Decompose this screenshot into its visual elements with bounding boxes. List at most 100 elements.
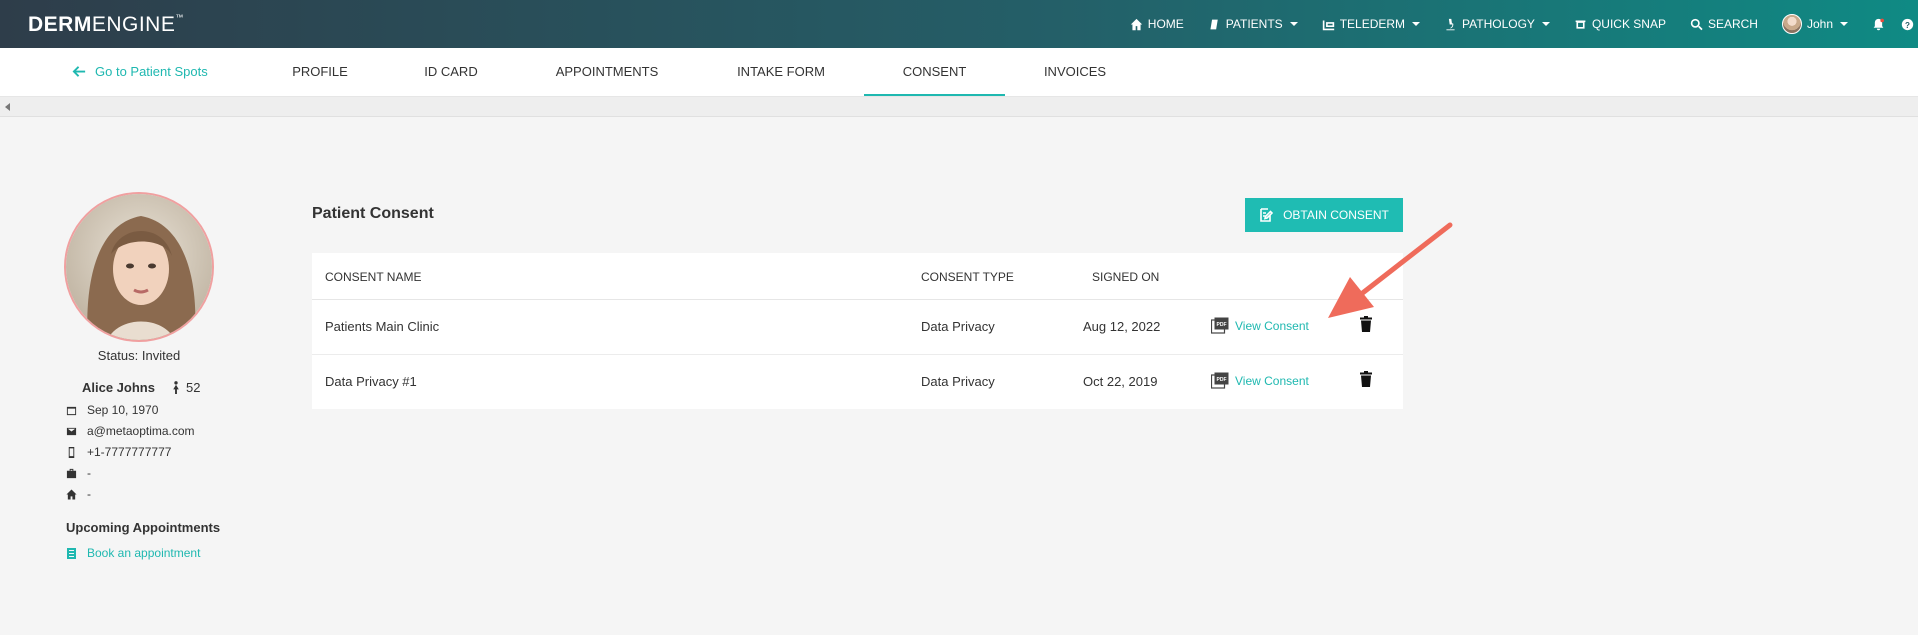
chevron-down-icon [1289,22,1298,26]
patient-dob: Sep 10, 1970 [87,403,159,417]
chevron-down-icon [1840,22,1848,26]
table-row: Data Privacy #1 Data Privacy Oct 22, 201… [312,355,1403,410]
top-navbar: DERMENGINE™ HOME PATIENTS TELEDERM PATHO… [0,0,1918,48]
consent-table: CONSENT NAME CONSENT TYPE SIGNED ON Pati… [312,253,1403,409]
obtain-consent-label: OBTAIN CONSENT [1283,208,1389,222]
logo-bold-text: DERM [28,13,92,36]
delete-consent-button[interactable] [1360,316,1372,332]
home-icon [66,488,77,500]
tab-intake-form[interactable]: INTAKE FORM [728,48,834,96]
consent-name-cell: Data Privacy #1 [325,374,417,389]
book-appointment-link[interactable]: Book an appointment [66,546,200,560]
patient-work: - [87,466,91,480]
book-appointment-label: Book an appointment [87,546,201,560]
nav-telederm[interactable]: TELEDERM [1322,17,1421,31]
envelope-icon [66,427,77,435]
pdf-icon: PDF [1211,372,1229,389]
user-name: John [1806,17,1833,31]
chevron-down-icon [1412,22,1421,26]
view-consent-label: View Consent [1235,373,1309,388]
svg-text:?: ? [1905,20,1910,29]
nav-quick-snap-label: QUICK SNAP [1591,17,1666,31]
back-to-patient-spots-link[interactable]: Go to Patient Spots [72,64,208,79]
upcoming-appointments-title: Upcoming Appointments [66,520,221,535]
tab-invoices[interactable]: INVOICES [1040,48,1110,96]
nav-pathology-label: PATHOLOGY [1462,17,1535,31]
logo-trademark: ™ [175,13,184,22]
notifications-button[interactable] [1872,18,1885,31]
tab-id-card[interactable]: ID CARD [416,48,486,96]
consent-table-header: CONSENT NAME CONSENT TYPE SIGNED ON [312,253,1403,300]
patient-phone: +1-7777777777 [87,445,172,459]
svg-text:PDF: PDF [1217,377,1227,383]
help-button[interactable]: ? [1901,18,1914,31]
camera-icon [1575,19,1586,29]
view-consent-label: View Consent [1235,318,1309,333]
patient-email: a@metaoptima.com [87,424,195,438]
column-consent-type: CONSENT TYPE [921,270,1014,284]
chevron-down-icon [1541,22,1550,26]
tab-appointments[interactable]: APPOINTMENTS [548,48,666,96]
logo-light-text: ENGINE [91,13,176,36]
nav-home-label: HOME [1147,17,1184,31]
view-consent-link[interactable]: PDF View Consent [1211,317,1309,334]
nav-telederm-label: TELEDERM [1339,17,1406,31]
consent-name-cell: Patients Main Clinic [325,319,440,334]
patient-photo [64,192,214,342]
nav-search[interactable]: SEARCH [1690,17,1758,31]
tab-scroll-strip [0,97,1918,117]
patient-consent-title: Patient Consent [312,205,434,222]
clipboard-icon [67,548,76,559]
nav-quick-snap[interactable]: QUICK SNAP [1574,17,1666,31]
nav-patients[interactable]: PATIENTS [1208,17,1298,31]
telederm-icon [1322,19,1334,30]
signed-on-cell: Oct 22, 2019 [1083,374,1158,389]
obtain-consent-button[interactable]: OBTAIN CONSENT [1245,198,1403,232]
help-icon: ? [1901,18,1914,30]
trash-icon [1360,371,1372,387]
patient-phone-row: +1-7777777777 [66,445,171,459]
patient-tabbar: Go to Patient Spots PROFILE ID CARD APPO… [0,48,1918,97]
arrow-left-icon [72,66,86,77]
patient-home: - [87,487,91,501]
edit-document-icon [1260,208,1274,222]
nav-pathology[interactable]: PATHOLOGY [1444,17,1550,31]
delete-consent-button[interactable] [1360,371,1372,387]
patient-name-age: Alice Johns 52 [82,380,200,395]
patient-name: Alice Johns [82,380,155,395]
nav-user-menu[interactable]: John [1781,14,1848,34]
microscope-icon [1446,18,1455,30]
bell-icon [1873,18,1884,30]
patient-age: 52 [171,380,200,395]
nav-search-label: SEARCH [1707,17,1758,31]
home-icon [1130,18,1142,30]
briefcase-icon [66,468,77,478]
svg-text:PDF: PDF [1217,322,1227,328]
scroll-left-arrow-icon[interactable] [5,103,10,111]
consent-type-cell: Data Privacy [921,319,995,334]
dermengine-logo[interactable]: DERMENGINE™ [28,13,184,37]
search-icon [1690,18,1703,30]
tab-consent[interactable]: CONSENT [864,48,1005,96]
table-row: Patients Main Clinic Data Privacy Aug 12… [312,300,1403,355]
patient-home-row: - [66,487,91,501]
mobile-phone-icon [68,446,75,458]
patient-dob-row: Sep 10, 1970 [66,403,158,417]
user-avatar [1781,14,1802,34]
nav-home[interactable]: HOME [1130,17,1184,31]
pdf-icon: PDF [1211,317,1229,334]
patients-icon [1210,19,1218,29]
view-consent-link[interactable]: PDF View Consent [1211,372,1309,389]
tab-profile[interactable]: PROFILE [282,48,358,96]
column-signed-on: SIGNED ON [1092,270,1160,284]
consent-type-cell: Data Privacy [921,374,995,389]
nav-patients-label: PATIENTS [1225,17,1283,31]
calendar-icon [66,406,77,415]
patient-status: Status: Invited [97,348,181,363]
patient-email-row: a@metaoptima.com [66,424,195,438]
patient-age-value: 52 [185,380,201,395]
female-icon [173,381,179,394]
trash-icon [1360,316,1372,332]
main-nav: HOME PATIENTS TELEDERM PATHOLOGY QUICK S… [1130,0,1918,48]
back-link-label: Go to Patient Spots [95,64,208,79]
